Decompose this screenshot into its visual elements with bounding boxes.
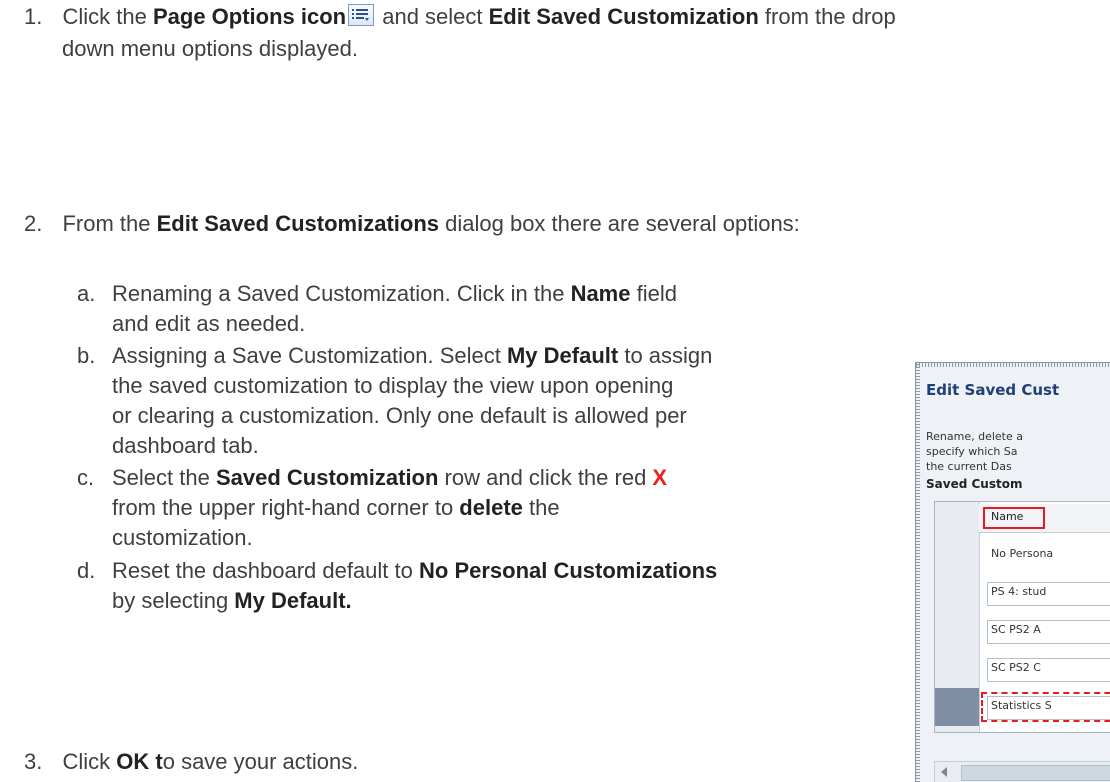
substep-a: a. [77,279,95,309]
edit-saved-customizations-dialog: Edit Saved Cust Rename, delete a specify… [915,362,1110,782]
dialog-description: Rename, delete a specify which Sa the cu… [926,430,1023,473]
red-x-text: X [652,465,668,490]
scroll-left-icon[interactable] [941,767,947,777]
substep-letter: a. [77,281,96,306]
scroll-thumb[interactable] [961,765,1110,781]
step-2: 2. From the Edit Saved Customizations di… [24,211,800,236]
substep-a-line-1: Renaming a Saved Customization. Click in… [112,281,677,306]
table-row[interactable]: PS 4: stud [979,574,1110,612]
substep-a-line-2: and edit as needed. [112,311,306,336]
row-name: SC PS2 A [991,623,1041,636]
table-row[interactable]: No Persona [979,536,1110,574]
page-options-icon [348,4,375,26]
table-row-selected[interactable]: Statistics S [935,688,1110,726]
substep-b-line-2: the saved customization to display the v… [112,373,674,398]
substep-c-line-1: Select the Saved Customization row and c… [112,465,668,490]
row-name: PS 4: stud [991,585,1047,598]
substep-c: c. [77,463,94,493]
step-number: 3. [24,749,43,774]
horizontal-scrollbar[interactable] [934,761,1110,782]
step-3: 3. Click OK to save your actions. [24,749,359,774]
row-selector [935,688,979,726]
dialog-title: Edit Saved Cust [926,381,1060,399]
row-name: SC PS2 C [991,661,1041,674]
row-name: Statistics S [991,699,1052,712]
substep-c-line-3: customization. [112,525,253,550]
column-header-name[interactable]: Name [979,504,1110,533]
substep-d-line-2: by selecting My Default. [112,588,352,613]
table-row[interactable]: SC PS2 C [979,650,1110,688]
step-1: 1. Click the Page Options icon and selec… [24,4,896,29]
substep-b-line-3: or clearing a customization. Only one de… [112,403,687,428]
substep-b: b. [77,341,95,371]
substep-letter: d. [77,558,96,583]
substep-b-line-1: Assigning a Save Customization. Select M… [112,343,713,368]
section-heading: Saved Custom [926,477,1023,491]
name-header-label: Name [991,510,1024,523]
step-number: 2. [24,211,43,236]
substep-letter: b. [77,343,96,368]
step-1-line-2: down menu options displayed. [62,36,358,61]
substep-d-line-1: Reset the dashboard default to No Person… [112,558,718,583]
substep-letter: c. [77,465,95,490]
substep-b-line-4: dashboard tab. [112,433,259,458]
substep-d: d. [77,556,95,586]
substep-c-line-2: from the upper right-hand corner to dele… [112,495,560,520]
table-row[interactable]: SC PS2 A [979,612,1110,650]
step-number: 1. [24,4,43,29]
customizations-table: Name No Persona PS 4: stud SC PS2 A SC P… [934,501,1110,733]
row-name: No Persona [991,547,1054,560]
